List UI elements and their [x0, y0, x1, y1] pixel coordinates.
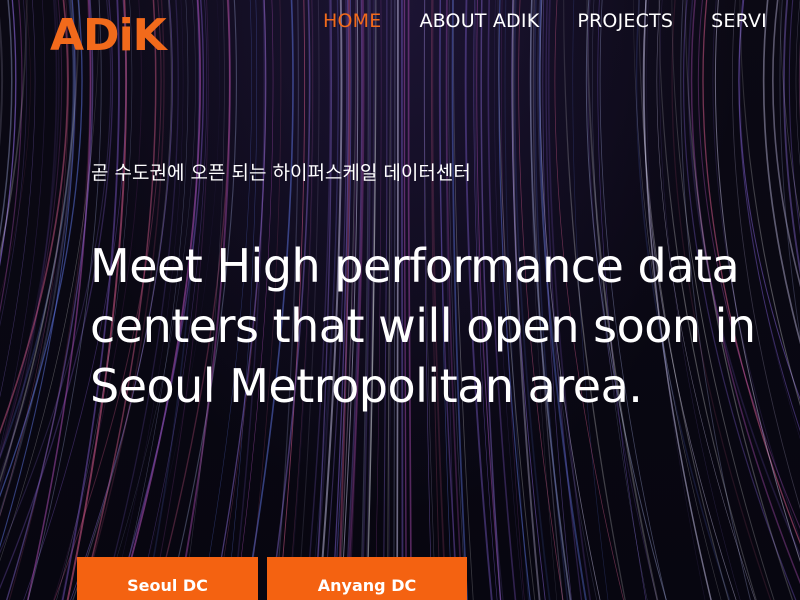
nav-item-about[interactable]: ABOUT ADIK — [419, 10, 539, 32]
headline-line: Seoul Metropolitan area. — [90, 359, 643, 413]
light-streak — [783, 0, 800, 276]
seoul-dc-button[interactable]: Seoul DC — [77, 557, 258, 600]
light-streak — [0, 0, 63, 459]
headline-line: centers that will open soon in — [90, 299, 756, 353]
nav-item-projects[interactable]: PROJECTS — [577, 10, 673, 32]
headline-line: Meet High performance data — [90, 239, 740, 293]
hero-headline: Meet High performance data centers that … — [90, 236, 756, 416]
adik-logo[interactable]: ADiK — [50, 8, 180, 58]
hero-section: ADiK HOME ABOUT ADIK PROJECTS SERVI 곧 수도… — [0, 0, 800, 600]
logo-text: ADiK — [50, 10, 169, 58]
light-streak-bright — [0, 0, 28, 259]
hero-subtitle: 곧 수도권에 오픈 되는 하이퍼스케일 데이터센터 — [91, 162, 471, 184]
nav-item-home[interactable]: HOME — [323, 10, 381, 32]
nav-item-services[interactable]: SERVI — [711, 10, 767, 32]
main-nav: HOME ABOUT ADIK PROJECTS SERVI — [323, 10, 800, 32]
anyang-dc-button[interactable]: Anyang DC — [267, 557, 467, 600]
